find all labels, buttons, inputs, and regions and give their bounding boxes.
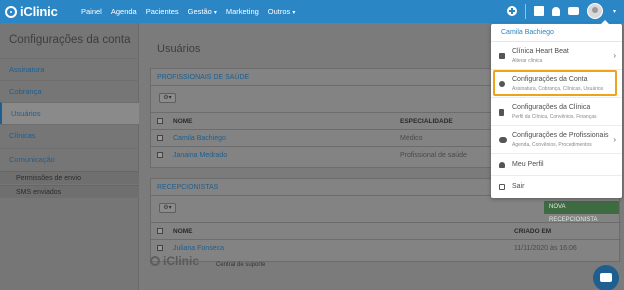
footer-brand: iClinic <box>163 254 200 268</box>
bulk-actions-button[interactable]: ⚙▾ <box>159 203 176 213</box>
gift-icon[interactable] <box>533 6 544 16</box>
row-checkbox[interactable] <box>157 245 163 251</box>
bell-icon[interactable] <box>551 6 560 16</box>
new-receptionist-button[interactable]: NOVA RECEPCIONISTA <box>544 201 619 223</box>
nav-pacientes[interactable]: Pacientes <box>146 7 179 16</box>
chat-support-button[interactable] <box>593 265 619 290</box>
col-criado-em: CRIADO EM <box>514 228 552 235</box>
user-name-link[interactable]: Camila Bachiego <box>173 130 226 147</box>
nav-marketing[interactable]: Marketing <box>226 7 259 16</box>
menu-item-clinic[interactable]: Clínica Heart Beat Alterar clínica › <box>491 42 622 70</box>
topbar-actions <box>506 3 616 19</box>
user-dropdown-menu: Camila Bachiego Clínica Heart Beat Alter… <box>491 20 622 198</box>
nav-agenda[interactable]: Agenda <box>111 7 137 16</box>
menu-item-logout[interactable]: Sair <box>491 176 622 198</box>
sidebar-subitem-sms[interactable]: SMS enviados <box>0 185 139 198</box>
sidebar-item-clinicas[interactable]: Clínicas <box>0 124 139 146</box>
table-header: NOME CRIADO EM <box>151 222 621 239</box>
nav-painel[interactable]: Painel <box>81 7 102 16</box>
nav-gestao-label: Gestão <box>187 7 212 16</box>
chevron-down-icon[interactable] <box>611 8 616 15</box>
sidebar-subitem-permissoes[interactable]: Permissões de envio <box>0 171 139 184</box>
menu-item-my-profile[interactable]: Meu Perfil <box>491 154 622 176</box>
menu-item-label: Clínica Heart Beat <box>512 48 569 55</box>
chat-icon[interactable] <box>567 7 579 15</box>
sidebar-item-cobranca[interactable]: Cobrança <box>0 80 139 102</box>
divider <box>524 3 526 19</box>
menu-item-label: Meu Perfil <box>512 161 544 168</box>
highlight-box <box>493 70 617 96</box>
logo-icon <box>150 256 160 266</box>
sidebar-item-usuarios[interactable]: Usuários <box>0 102 139 124</box>
brand-name: iClinic <box>20 4 58 19</box>
menu-item-sub: Perfil da Clínica, Convênios, Finanças <box>512 114 597 120</box>
user-name-link[interactable]: Janaina Medrado <box>173 147 227 164</box>
main-nav: Painel Agenda Pacientes Gestão Marketing… <box>81 7 295 16</box>
menu-item-professional-settings[interactable]: Configurações de Profissionais Agenda, C… <box>491 126 622 154</box>
sidebar-item-assinatura[interactable]: Assinatura <box>0 58 139 80</box>
user-icon <box>499 162 505 168</box>
page-title: Usuários <box>157 43 201 55</box>
col-especialidade: ESPECIALIDADE <box>400 118 453 125</box>
bulk-actions-button[interactable]: ⚙▾ <box>159 93 176 103</box>
nav-gestao[interactable]: Gestão <box>188 7 217 16</box>
chevron-right-icon: › <box>613 51 616 60</box>
brand-logo[interactable]: iClinic <box>5 4 58 19</box>
nav-outros-label: Outros <box>267 7 291 16</box>
menu-item-clinic-settings[interactable]: Configurações da Clínica Perfil da Clíni… <box>491 98 622 126</box>
chevron-right-icon: › <box>613 135 616 144</box>
user-avatar[interactable] <box>586 3 603 19</box>
col-nome: NOME <box>173 118 193 125</box>
specialty-cell: Médico <box>400 135 423 142</box>
menu-item-label: Sair <box>512 183 525 190</box>
row-checkbox[interactable] <box>157 152 163 158</box>
menu-item-label: Configurações de Profissionais <box>512 132 609 139</box>
select-all-checkbox[interactable] <box>157 118 163 124</box>
menu-item-sub: Agenda, Convênios, Procedimentos <box>512 142 592 148</box>
menu-item-label: Configurações da Clínica <box>512 104 591 111</box>
nav-outros[interactable]: Outros <box>268 7 296 16</box>
select-all-checkbox[interactable] <box>157 228 163 234</box>
sidebar: Configurações da conta Assinatura Cobran… <box>0 23 139 290</box>
top-navbar: iClinic Painel Agenda Pacientes Gestão M… <box>0 0 624 23</box>
specialty-cell: Profissional de saúde <box>400 152 467 159</box>
clipboard-icon <box>499 109 504 116</box>
sidebar-title: Configurações da conta <box>9 34 131 46</box>
col-nome: NOME <box>173 228 193 235</box>
clinic-icon <box>499 53 505 59</box>
logout-icon <box>499 184 505 190</box>
support-link[interactable]: Central de suporte <box>216 262 265 268</box>
users-icon <box>499 137 507 143</box>
logo-icon <box>5 5 17 18</box>
created-at-cell: 11/11/2020 às 16:06 <box>514 245 577 252</box>
dropdown-user-name: Camila Bachiego <box>491 24 622 42</box>
sidebar-item-comunicacao[interactable]: Comunicação <box>0 148 139 170</box>
menu-item-sub: Alterar clínica <box>512 58 543 64</box>
row-checkbox[interactable] <box>157 135 163 141</box>
add-icon[interactable] <box>506 6 517 16</box>
table-row: Juliana Fonseca 11/11/2020 às 16:06 <box>151 239 621 256</box>
footer-logo: iClinic <box>150 254 199 268</box>
